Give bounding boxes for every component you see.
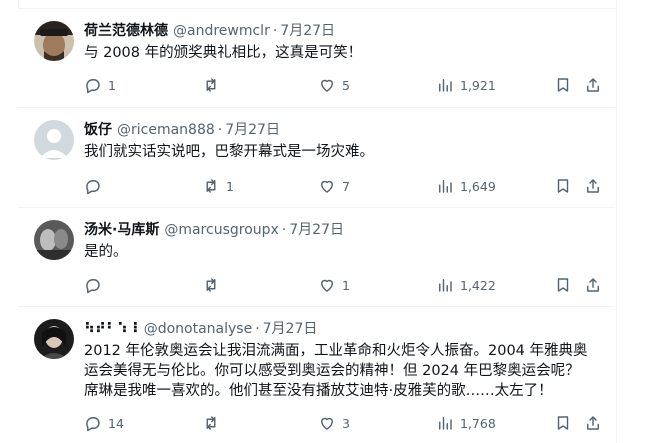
like-count: 5 (342, 77, 350, 93)
retweet-button[interactable] (202, 276, 246, 294)
bookmark-icon (557, 278, 569, 292)
view-count: 1,649 (460, 178, 496, 194)
retweet-icon (206, 179, 216, 193)
retweet-count: 1 (226, 178, 234, 194)
tweet-actions: 1 1,422 (78, 275, 607, 295)
heart-icon (321, 180, 333, 193)
display-name[interactable]: 饭仔 (84, 120, 112, 140)
share-button[interactable] (584, 276, 602, 294)
share-icon (587, 278, 599, 292)
reply-count: 1 (108, 77, 116, 93)
share-icon (587, 78, 599, 92)
views-chart-icon (439, 79, 452, 92)
user-handle[interactable]: @riceman888 (117, 120, 215, 140)
avatar[interactable] (34, 319, 74, 359)
tweet-date[interactable]: 7月27日 (263, 319, 318, 339)
heart-icon (321, 79, 333, 92)
retweet-icon (206, 78, 216, 92)
share-button[interactable] (584, 76, 602, 94)
bookmark-button[interactable] (554, 414, 572, 432)
like-button[interactable]: 1 (318, 276, 362, 294)
bookmark-button[interactable] (554, 276, 572, 294)
like-button[interactable]: 3 (318, 414, 362, 432)
bookmark-icon (557, 416, 569, 430)
retweet-icon (206, 416, 216, 430)
views-button[interactable]: 1,422 (436, 276, 496, 294)
separator-dot: · (272, 23, 278, 39)
page-background: 荷兰范德林德 @andrewmclr · 7月27日 与 2008 年的颁奖典礼… (0, 0, 660, 443)
tweet[interactable]: 汤米·马库斯 @marcusgroupx · 7月27日 是的。 1 1,422 (18, 208, 615, 307)
like-button[interactable]: 5 (318, 76, 362, 94)
like-count: 1 (342, 277, 350, 293)
avatar[interactable] (34, 120, 74, 160)
views-chart-icon (439, 279, 452, 292)
tweet-text: 我们就实话实说吧，巴黎开幕式是一场灾难。 (84, 144, 374, 160)
tweet-date[interactable]: 7月27日 (225, 120, 280, 140)
reply-button[interactable]: 1 (84, 76, 128, 94)
views-chart-icon (439, 417, 452, 430)
tweet[interactable]: ⠳⠞⠃⠱⠸ @donotanalyse · 7月27日 2012 年伦敦奥运会让… (18, 307, 615, 443)
share-button[interactable] (584, 177, 602, 195)
user-handle[interactable]: @marcusgroupx (164, 220, 278, 240)
views-chart-icon (439, 180, 452, 193)
tweet-date[interactable]: 7月27日 (280, 21, 335, 41)
tweet-header: 饭仔 @riceman888 · 7月27日 (84, 120, 280, 140)
tweet-text-line: 运会美得无与伦比。你可以感受到奥运会的精神！但 2024 年巴黎奥运会呢？ (84, 363, 580, 379)
tweet-date[interactable]: 7月27日 (289, 220, 344, 240)
tweet-text: 2012 年伦敦奥运会让我泪流满面，工业革命和火炬令人振奋。2004 年雅典奥 … (84, 341, 614, 401)
reply-count: 14 (108, 415, 124, 431)
like-count: 3 (342, 415, 350, 431)
reply-icon (86, 279, 100, 294)
like-button[interactable]: 7 (318, 177, 362, 195)
tweet-text-line: 2012 年伦敦奥运会让我泪流满面，工业革命和火炬令人振奋。2004 年雅典奥 (84, 343, 588, 359)
retweet-button[interactable] (202, 414, 246, 432)
share-icon (587, 179, 599, 193)
avatar[interactable] (34, 21, 74, 61)
views-button[interactable]: 1,921 (436, 76, 496, 94)
display-name[interactable]: ⠳⠞⠃⠱⠸ (84, 319, 139, 339)
avatar[interactable] (34, 220, 74, 260)
like-count: 7 (342, 178, 350, 194)
tweet[interactable]: 饭仔 @riceman888 · 7月27日 我们就实话实说吧，巴黎开幕式是一场… (18, 108, 615, 208)
separator-dot: · (255, 321, 260, 337)
tweet-header: 汤米·马库斯 @marcusgroupx · 7月27日 (84, 220, 344, 240)
share-button[interactable] (584, 414, 602, 432)
user-handle[interactable]: @andrewmclr (173, 21, 270, 41)
view-count: 1,921 (460, 77, 496, 93)
heart-icon (321, 279, 333, 292)
tweet-header: ⠳⠞⠃⠱⠸ @donotanalyse · 7月27日 (84, 319, 317, 339)
views-button[interactable]: 1,768 (436, 414, 496, 432)
separator-dot: · (217, 122, 223, 138)
tweet[interactable]: 荷兰范德林德 @andrewmclr · 7月27日 与 2008 年的颁奖典礼… (18, 9, 615, 108)
bookmark-icon (557, 78, 569, 92)
reply-button[interactable] (84, 276, 128, 294)
retweet-button[interactable]: 1 (202, 177, 246, 195)
reply-button[interactable] (84, 177, 128, 195)
bookmark-button[interactable] (554, 177, 572, 195)
heart-icon (321, 417, 333, 430)
view-count: 1,768 (460, 415, 496, 431)
view-count: 1,422 (460, 277, 496, 293)
user-handle[interactable]: @donotanalyse (144, 319, 253, 339)
tweet-actions: 14 3 1,768 (78, 413, 607, 433)
tweet-text-line: 席琳是我唯一喜欢的。他们甚至没有播放艾迪特·皮雅芙的歌……太左了！ (84, 383, 553, 399)
tweet-actions: 1 5 1,921 (78, 75, 607, 95)
reply-icon (86, 180, 100, 195)
share-icon (587, 416, 599, 430)
bookmark-icon (557, 179, 569, 193)
reply-icon (86, 79, 100, 94)
retweet-button[interactable] (202, 76, 246, 94)
retweet-icon (206, 278, 216, 292)
tweet-header: 荷兰范德林德 @andrewmclr · 7月27日 (84, 21, 335, 41)
bookmark-button[interactable] (554, 76, 572, 94)
views-button[interactable]: 1,649 (436, 177, 496, 195)
display-name[interactable]: 汤米·马库斯 (84, 220, 159, 240)
reply-button[interactable]: 14 (84, 414, 128, 432)
display-name[interactable]: 荷兰范德林德 (84, 21, 168, 41)
tweet-text: 与 2008 年的颁奖典礼相比，这真是可笑！ (84, 45, 363, 61)
reply-icon (86, 417, 100, 432)
tweet-actions: 1 7 1,649 (78, 176, 607, 196)
separator-dot: · (281, 222, 287, 238)
tweet-text: 是的。 (84, 244, 128, 260)
